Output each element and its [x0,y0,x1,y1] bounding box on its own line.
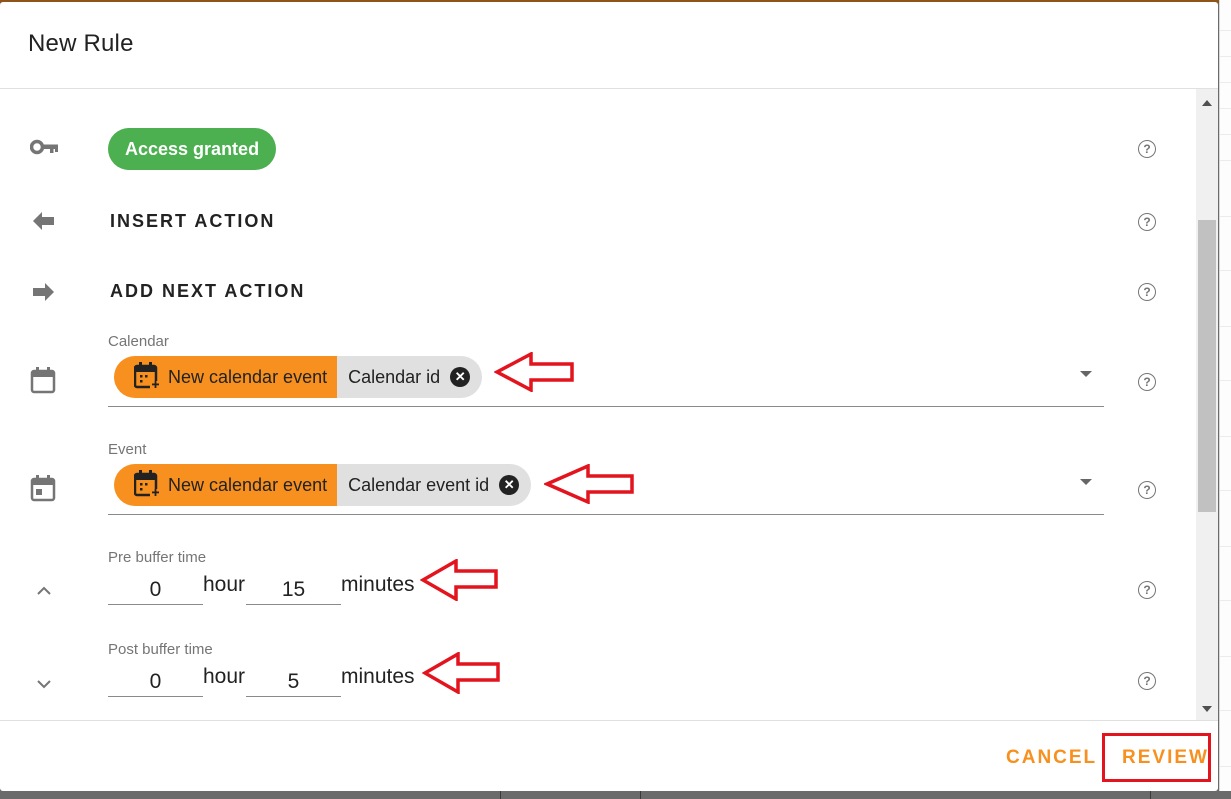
help-icon[interactable]: ? [1138,481,1156,499]
help-icon[interactable]: ? [1138,283,1156,301]
minutes-unit-label: minutes [341,665,415,688]
annotation-arrow [544,464,634,504]
remove-chip-icon[interactable]: ✕ [499,475,520,495]
calendar-event-icon [30,474,56,507]
post-buffer-label: Post buffer time [108,641,213,658]
chevron-up-icon[interactable] [36,583,52,601]
calendar-add-icon [133,361,160,394]
help-icon[interactable]: ? [1138,672,1156,690]
chip-value-label: Calendar id [348,366,441,387]
pre-buffer-minutes-input[interactable]: 15 [246,570,341,605]
scroll-up-arrow-icon[interactable] [1202,100,1212,106]
scrollbar-thumb[interactable] [1198,220,1216,512]
minutes-unit-label: minutes [341,573,415,596]
calendar-add-icon [133,469,160,502]
remove-chip-icon[interactable]: ✕ [450,367,471,387]
help-icon[interactable]: ? [1138,581,1156,599]
annotation-arrow [494,352,574,392]
hour-unit-label: hour [203,573,246,596]
arrow-right-icon [33,283,55,306]
help-icon[interactable]: ? [1138,140,1156,158]
dialog-footer: CANCEL REVIEW [0,720,1218,791]
background-page-edge [1219,0,1231,799]
key-icon [29,138,60,161]
calendar-label: Calendar [108,333,169,350]
pre-buffer-label: Pre buffer time [108,549,207,566]
help-icon[interactable]: ? [1138,213,1156,231]
add-next-action-button[interactable]: ADD NEXT ACTION [110,281,305,302]
event-chip: New calendar event Calendar event id ✕ [114,464,532,506]
annotation-arrow [422,652,500,694]
calendar-icon [30,366,56,399]
post-buffer-hours-input[interactable]: 0 [108,662,203,697]
chevron-down-icon[interactable] [36,676,52,694]
new-rule-dialog: New Rule Access granted ? INSERT ACTION … [0,2,1218,791]
chip-source-label: New calendar event [168,366,328,387]
dropdown-arrow-icon[interactable] [1080,371,1092,377]
post-buffer-minutes-input[interactable]: 5 [246,662,341,697]
annotation-arrow [420,559,498,601]
content-scrollbar[interactable] [1196,89,1218,720]
pre-buffer-hours-input[interactable]: 0 [108,570,203,605]
annotation-highlight-box [1102,733,1211,782]
event-label: Event [108,441,147,458]
dialog-content: Access granted ? INSERT ACTION ? ADD NEX… [0,89,1196,720]
dialog-title: New Rule [28,30,134,57]
cancel-button[interactable]: CANCEL [1006,747,1097,769]
hour-unit-label: hour [203,665,246,688]
arrow-left-icon [33,212,55,235]
access-granted-badge[interactable]: Access granted [108,128,277,170]
insert-action-button[interactable]: INSERT ACTION [110,211,275,232]
background-overlay [0,791,1231,799]
scroll-down-arrow-icon[interactable] [1202,706,1212,712]
help-icon[interactable]: ? [1138,373,1156,391]
chip-source-label: New calendar event [168,474,328,495]
calendar-chip: New calendar event Calendar id ✕ [114,356,483,398]
chip-value-label: Calendar event id [348,474,490,495]
dialog-header: New Rule [0,2,1218,89]
calendar-select[interactable]: New calendar event Calendar id ✕ [108,356,1104,407]
dropdown-arrow-icon[interactable] [1080,479,1092,485]
